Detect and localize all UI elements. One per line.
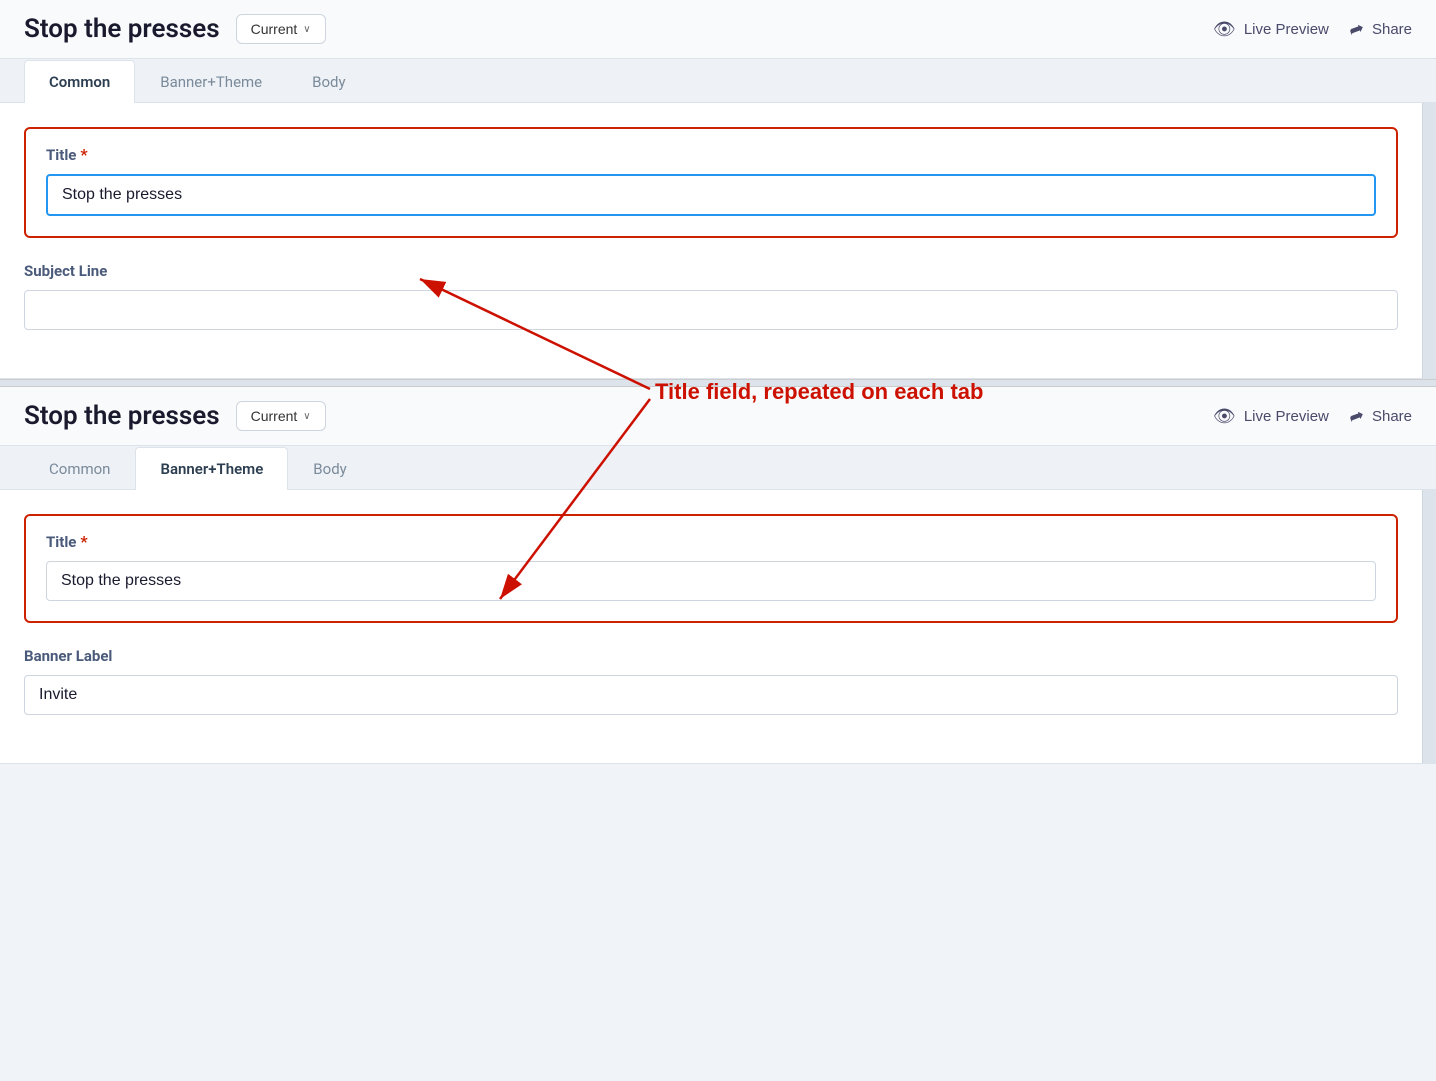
bottom-banner-label-section: Banner Label <box>24 647 1398 715</box>
bottom-panel-main: Title * Banner Label <box>0 490 1422 763</box>
bottom-title-section: Title * <box>24 514 1398 623</box>
tab-common-top[interactable]: Common <box>24 60 135 103</box>
tab-banner-theme-top[interactable]: Banner+Theme <box>135 60 287 103</box>
top-title-section: Title * <box>24 127 1398 238</box>
eye-icon: 👁 <box>1213 19 1236 40</box>
chevron-down-icon: ∨ <box>303 24 310 35</box>
page-title: Stop the presses <box>24 14 220 44</box>
top-title-label: Title * <box>46 145 1376 164</box>
bottom-title-label: Title * <box>46 532 1376 551</box>
required-star: * <box>80 145 87 164</box>
bottom-panel-body: Title * Banner Label <box>0 490 1422 763</box>
bottom-share-icon: ➦ <box>1346 404 1367 429</box>
share-label: Share <box>1372 21 1412 38</box>
bottom-live-preview-button[interactable]: 👁 Live Preview <box>1213 406 1329 427</box>
svg-text:Title field, repeated on each: Title field, repeated on each tab <box>655 379 983 404</box>
share-button[interactable]: ➦ Share <box>1349 19 1412 40</box>
bottom-panel-content-area: Title * Banner Label <box>0 490 1436 763</box>
version-dropdown[interactable]: Current ∨ <box>236 14 326 44</box>
bottom-title-input[interactable] <box>46 561 1376 601</box>
top-panel-header: Stop the presses Current ∨ 👁 Live Previe… <box>0 0 1436 59</box>
page-wrapper: Stop the presses Current ∨ 👁 Live Previe… <box>0 0 1436 764</box>
tab-common-bottom[interactable]: Common <box>24 447 135 490</box>
top-tabs-bar: Common Banner+Theme Body <box>0 59 1436 103</box>
live-preview-button[interactable]: 👁 Live Preview <box>1213 19 1329 40</box>
bottom-page-title: Stop the presses <box>24 401 220 431</box>
live-preview-label: Live Preview <box>1244 21 1329 38</box>
bottom-share-label: Share <box>1372 408 1412 425</box>
bottom-banner-label-label: Banner Label <box>24 647 1398 665</box>
share-icon: ➦ <box>1346 17 1367 42</box>
bottom-right-sidebar <box>1422 490 1436 763</box>
bottom-share-button[interactable]: ➦ Share <box>1349 406 1412 427</box>
top-right-sidebar <box>1422 103 1436 378</box>
bottom-eye-icon: 👁 <box>1213 406 1236 427</box>
header-actions: 👁 Live Preview ➦ Share <box>1213 19 1412 40</box>
tab-body-top[interactable]: Body <box>287 60 370 103</box>
bottom-required-star: * <box>80 532 87 551</box>
top-title-input[interactable] <box>46 174 1376 216</box>
annotation-svg: Title field, repeated on each tab <box>260 259 960 519</box>
version-label: Current <box>251 21 298 37</box>
bottom-live-preview-label: Live Preview <box>1244 408 1329 425</box>
bottom-header-actions: 👁 Live Preview ➦ Share <box>1213 406 1412 427</box>
bottom-banner-label-input[interactable] <box>24 675 1398 715</box>
